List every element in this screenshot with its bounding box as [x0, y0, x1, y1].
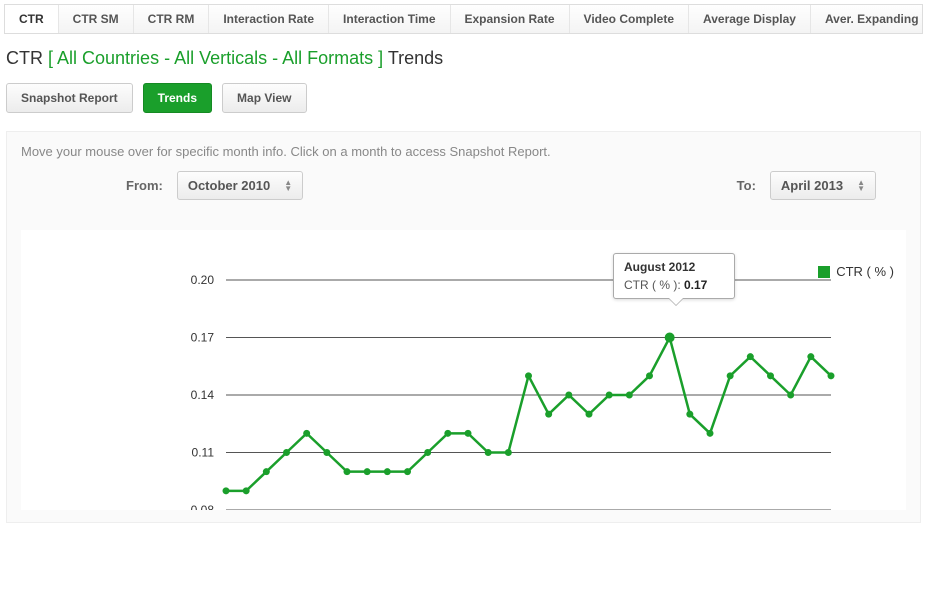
tab-interaction-time[interactable]: Interaction Time	[329, 5, 450, 33]
title-suffix: Trends	[388, 48, 443, 68]
tab-aver-expanding[interactable]: Aver. Expanding	[811, 5, 927, 33]
title-filters: [ All Countries - All Verticals - All Fo…	[48, 48, 383, 68]
svg-text:0.11: 0.11	[192, 446, 215, 460]
date-range-row: From: October 2010 ▲▼ To: April 2013 ▲▼	[21, 171, 906, 200]
from-label: From:	[126, 178, 163, 193]
tab-ctr[interactable]: CTR	[5, 5, 59, 33]
legend: CTR ( % )	[818, 264, 894, 279]
to-value: April 2013	[781, 178, 843, 193]
stepper-icon: ▲▼	[857, 180, 865, 192]
tab-interaction-rate[interactable]: Interaction Rate	[209, 5, 329, 33]
tab-ctr-sm[interactable]: CTR SM	[59, 5, 134, 33]
tooltip-label: CTR ( % ):	[624, 278, 684, 292]
tooltip-title: August 2012	[624, 260, 724, 274]
view-buttons: Snapshot Report Trends Map View	[6, 83, 921, 113]
chart-svg[interactable]: 0.08 0.11 0.14 0.17 0.20	[21, 250, 906, 510]
chart-area: CTR ( % ) August 2012 CTR ( % ): 0.17 0.…	[21, 230, 906, 510]
svg-text:0.17: 0.17	[191, 331, 215, 345]
svg-text:0.08: 0.08	[191, 503, 215, 510]
from-value: October 2010	[188, 178, 270, 193]
page-title: CTR [ All Countries - All Verticals - Al…	[6, 48, 921, 69]
to-label: To:	[737, 178, 756, 193]
svg-text:0.14: 0.14	[191, 388, 215, 402]
view-snapshot-report[interactable]: Snapshot Report	[6, 83, 133, 113]
view-trends[interactable]: Trends	[143, 83, 212, 113]
hint-text: Move your mouse over for specific month …	[21, 144, 906, 159]
tooltip-row: CTR ( % ): 0.17	[624, 278, 724, 292]
tab-ctr-rm[interactable]: CTR RM	[134, 5, 210, 33]
tooltip-value: 0.17	[684, 278, 707, 292]
stepper-icon: ▲▼	[284, 180, 292, 192]
to-select[interactable]: April 2013 ▲▼	[770, 171, 876, 200]
from-select[interactable]: October 2010 ▲▼	[177, 171, 303, 200]
legend-swatch	[818, 266, 830, 278]
chart-tooltip: August 2012 CTR ( % ): 0.17	[613, 253, 735, 299]
title-metric: CTR	[6, 48, 43, 68]
view-map-view[interactable]: Map View	[222, 83, 306, 113]
tab-video-complete[interactable]: Video Complete	[570, 5, 689, 33]
tab-average-display[interactable]: Average Display	[689, 5, 811, 33]
metric-tabs: CTRCTR SMCTR RMInteraction RateInteracti…	[4, 4, 923, 34]
legend-label: CTR ( % )	[836, 264, 894, 279]
chart-panel: Move your mouse over for specific month …	[6, 131, 921, 523]
svg-text:0.20: 0.20	[191, 273, 215, 287]
tab-expansion-rate[interactable]: Expansion Rate	[451, 5, 570, 33]
